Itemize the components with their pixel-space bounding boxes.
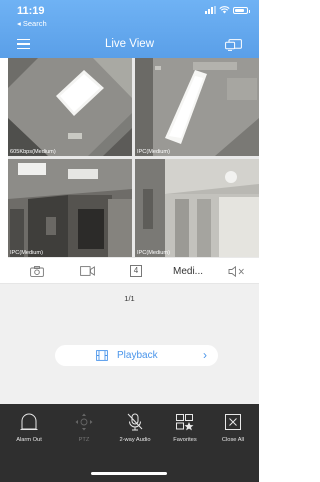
favorites-label: Favorites [173, 437, 197, 443]
playback-film-icon [96, 350, 108, 361]
stream-quality-label: Medi... [172, 265, 203, 277]
screen-mirror-icon[interactable] [225, 39, 242, 51]
camera-tile-1[interactable]: 605Kbps(Medium) [8, 58, 132, 156]
camera-tile-3[interactable]: IPC(Medium) [8, 159, 132, 257]
snapshot-button[interactable] [28, 264, 46, 278]
playback-button[interactable]: Playback › [55, 345, 218, 366]
close-all-label: Close All [221, 437, 245, 443]
cellular-signal-icon [205, 6, 216, 14]
speaker-mute-icon [228, 265, 244, 277]
two-way-audio-label: 2-way Audio [119, 437, 151, 443]
video-record-icon [79, 266, 95, 276]
close-all-button[interactable]: Close All [208, 412, 258, 443]
camera-tile-4[interactable]: IPC(Medium) [135, 159, 259, 257]
page-indicator: 1/1 [124, 294, 135, 303]
audio-toggle-button[interactable] [226, 264, 246, 278]
battery-icon [233, 6, 250, 14]
header-bar: 11:19 ◂ Search Live View [0, 0, 259, 58]
chevron-right-icon: › [203, 348, 207, 362]
ptz-label: PTZ [78, 437, 90, 443]
two-way-audio-icon [127, 413, 143, 431]
split-screen-button[interactable]: 4 [129, 264, 143, 278]
record-button[interactable] [78, 264, 96, 278]
close-all-icon [225, 414, 241, 430]
wifi-icon [219, 6, 230, 14]
camera-label-2: IPC(Medium) [137, 149, 170, 155]
live-toolbar: 4 Medi... [0, 258, 259, 284]
favorites-icon [176, 414, 194, 431]
two-way-audio-button[interactable]: 2-way Audio [110, 412, 160, 443]
camera-feed-3 [8, 159, 132, 257]
page-title: Live View [104, 38, 154, 50]
camera-label-3: IPC(Medium) [10, 250, 43, 256]
favorites-button[interactable]: Favorites [160, 412, 210, 443]
camera-label-4: IPC(Medium) [137, 250, 170, 256]
alarm-out-label: Alarm Out [16, 437, 42, 443]
back-to-search-link[interactable]: ◂ Search [17, 19, 47, 28]
camera-label-1: 605Kbps(Medium) [10, 149, 56, 155]
bottom-action-bar: Alarm Out PTZ 2-way Audio Favorites Clos… [0, 404, 259, 482]
ptz-button[interactable]: PTZ [59, 412, 109, 443]
ptz-icon [75, 413, 93, 431]
stream-quality-selector[interactable]: Medi... [170, 264, 206, 278]
home-indicator[interactable] [91, 472, 167, 475]
camera-feed-2 [135, 58, 259, 156]
alarm-out-icon [20, 413, 38, 430]
alarm-out-button[interactable]: Alarm Out [4, 412, 54, 443]
camera-grid: 605Kbps(Medium) IPC(Medium) IPC(Medium) … [8, 58, 259, 258]
camera-feed-4 [135, 159, 259, 257]
status-time: 11:19 [17, 5, 45, 17]
camera-feed-1 [8, 58, 132, 156]
camera-tile-2[interactable]: IPC(Medium) [135, 58, 259, 156]
playback-label: Playback [117, 350, 158, 361]
status-icons [205, 6, 250, 14]
split-screen-icon: 4 [130, 265, 142, 277]
camera-snapshot-icon [30, 265, 44, 277]
